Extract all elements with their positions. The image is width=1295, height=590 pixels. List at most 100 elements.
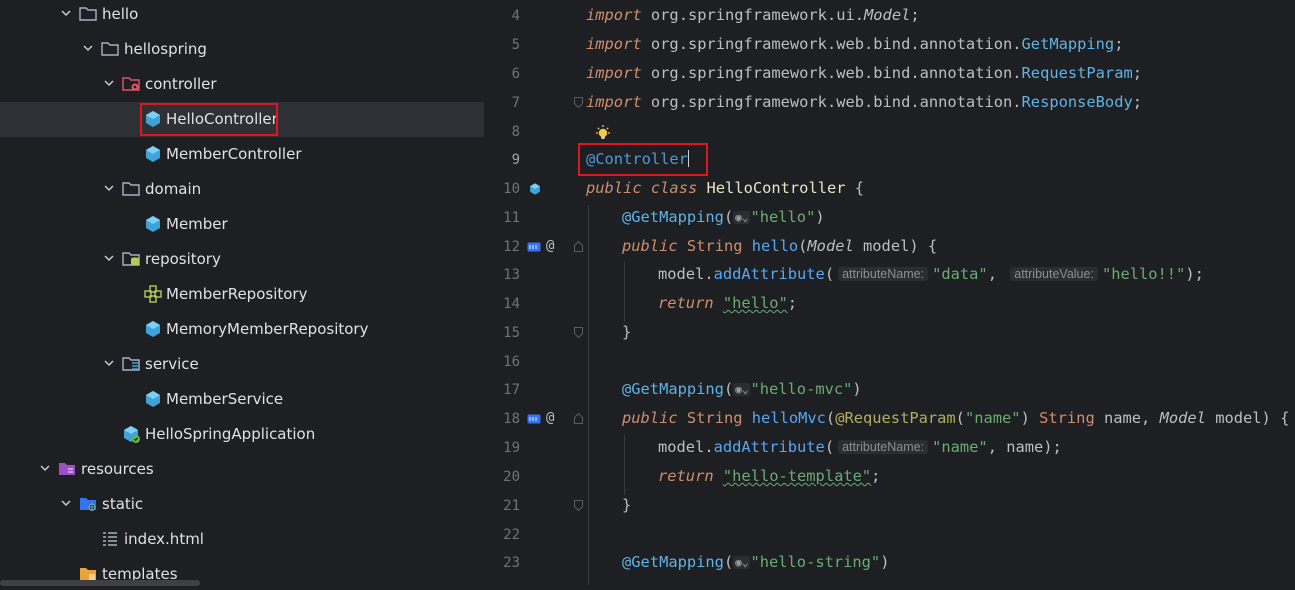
line-number: 15: [503, 325, 520, 341]
fold-icon[interactable]: [574, 97, 583, 108]
keyword: class: [650, 179, 698, 197]
tree-item-label: MemoryMemberRepository: [166, 320, 369, 338]
code-line[interactable]: 7 import org.springframework.web.bind.an…: [496, 89, 1295, 118]
tree-item-memberservice[interactable]: MemberService: [0, 382, 484, 417]
tree-item-hello[interactable]: hello: [0, 0, 484, 32]
class-ref: Model: [864, 6, 911, 24]
chevron-down-icon[interactable]: [103, 182, 115, 194]
code-line[interactable]: 13 model.addAttribute(attributeName: "dat…: [496, 261, 1295, 290]
globe-icon[interactable]: ◉⌄: [733, 211, 751, 224]
code-line[interactable]: 21 }: [496, 492, 1295, 521]
method-name: helloMvc: [751, 409, 826, 427]
annotation-gutter-icon[interactable]: @: [546, 238, 554, 254]
fold-icon[interactable]: [574, 500, 583, 511]
code-line[interactable]: 16: [496, 348, 1295, 377]
line-number: 7: [511, 95, 520, 111]
chevron-down-icon[interactable]: [60, 7, 72, 19]
class-name: HelloController: [706, 179, 846, 197]
line-number: 12: [503, 239, 520, 255]
code-text[interactable]: import org.springframework.web.bind.anno…: [586, 35, 1123, 53]
lightbulb-icon[interactable]: [594, 124, 612, 142]
code-text[interactable]: @GetMapping(◉⌄ "hello-string"): [622, 553, 889, 571]
tree-item-service[interactable]: service: [0, 347, 484, 382]
tree-item-label: MemberRepository: [166, 285, 308, 303]
code-text[interactable]: return "hello-template";: [658, 467, 880, 485]
code-line[interactable]: 12 @ public String hello(Model model) {: [496, 233, 1295, 262]
code-line[interactable]: 20 return "hello-template";: [496, 463, 1295, 492]
punct: ;: [910, 6, 920, 24]
chevron-down-icon[interactable]: [60, 497, 72, 509]
punct: ): [852, 380, 862, 398]
tree-item-static[interactable]: static: [0, 487, 484, 522]
code-line[interactable]: 14 return "hello";: [496, 290, 1295, 319]
code-line[interactable]: 18 @ public String helloMvc(@RequestPara…: [496, 405, 1295, 434]
code-line[interactable]: 5 import org.springframework.web.bind.an…: [496, 31, 1295, 60]
code-line[interactable]: 6 import org.springframework.web.bind.an…: [496, 60, 1295, 89]
code-text[interactable]: model.addAttribute(attributeName: "name",…: [658, 438, 1062, 456]
punct: ): [880, 553, 890, 571]
string: "hello": [750, 208, 816, 226]
annotation-gutter-icon[interactable]: @: [546, 410, 554, 426]
code-text[interactable]: }: [622, 323, 631, 341]
tree-item-label: controller: [145, 75, 217, 93]
code-text[interactable]: import org.springframework.web.bind.anno…: [586, 93, 1142, 111]
fold-icon[interactable]: [574, 327, 583, 338]
code-text[interactable]: return "hello";: [658, 294, 797, 312]
type: Model: [807, 237, 854, 255]
tree-item-hellospring[interactable]: hellospring: [0, 32, 484, 67]
globe-icon[interactable]: ◉⌄: [733, 383, 751, 396]
string: "name": [964, 409, 1021, 427]
code-line[interactable]: 10 public class HelloController {: [496, 175, 1295, 204]
tree-item-index-html[interactable]: index.html: [0, 522, 484, 557]
code-line[interactable]: 15 }: [496, 319, 1295, 348]
code-text[interactable]: import org.springframework.web.bind.anno…: [586, 64, 1142, 82]
tree-item-memorymemberrepository[interactable]: MemoryMemberRepository: [0, 312, 484, 347]
code-text[interactable]: model.addAttribute(attributeName: "data",…: [658, 265, 1204, 283]
code-text[interactable]: public String helloMvc(@RequestParam("na…: [622, 409, 1289, 427]
tree-item-membercontroller[interactable]: MemberController: [0, 137, 484, 172]
keyword: public: [622, 237, 678, 255]
tree-item-domain[interactable]: domain: [0, 172, 484, 207]
parameter-hint: attributeName:: [838, 440, 929, 454]
line-number: 23: [503, 555, 520, 571]
chevron-down-icon[interactable]: [39, 462, 51, 474]
chevron-down-icon[interactable]: [103, 357, 115, 369]
api-endpoint-icon[interactable]: [527, 242, 541, 252]
code-line[interactable]: 22: [496, 521, 1295, 550]
code-line[interactable]: 11 @GetMapping(◉⌄ "hello"): [496, 204, 1295, 233]
string: "name": [932, 438, 988, 456]
fold-icon[interactable]: [574, 241, 583, 252]
method-name: hello: [751, 237, 799, 255]
code-text[interactable]: @GetMapping(◉⌄ "hello-mvc"): [622, 380, 862, 398]
code-text[interactable]: import org.springframework.ui.Model;: [586, 6, 920, 24]
tree-item-hellospringapplication[interactable]: HelloSpringApplication: [0, 417, 484, 452]
tree-item-memberrepository[interactable]: MemberRepository: [0, 277, 484, 312]
resources-folder-icon: [59, 463, 75, 475]
code-text[interactable]: public class HelloController {: [586, 179, 864, 197]
code-text[interactable]: public String hello(Model model) {: [622, 237, 937, 255]
code-editor[interactable]: 4 import org.springframework.ui.Model; 5…: [496, 0, 1295, 590]
class-gutter-icon[interactable]: [528, 182, 542, 196]
line-number: 14: [503, 296, 520, 312]
horizontal-scrollbar[interactable]: [0, 580, 200, 586]
code-line[interactable]: 23 @GetMapping(◉⌄ "hello-string"): [496, 549, 1295, 578]
code-text[interactable]: @GetMapping(◉⌄ "hello"): [622, 208, 825, 226]
chevron-down-icon[interactable]: [103, 252, 115, 264]
chevron-down-icon[interactable]: [103, 77, 115, 89]
tree-item-repository[interactable]: repository: [0, 242, 484, 277]
tree-item-member[interactable]: Member: [0, 207, 484, 242]
punct: ): [1020, 409, 1040, 427]
line-number: 20: [503, 469, 520, 485]
api-endpoint-icon[interactable]: [527, 414, 541, 424]
controller-folder-icon: [122, 77, 140, 91]
tree-item-controller[interactable]: controller: [0, 67, 484, 102]
tree-item-resources[interactable]: resources: [0, 452, 484, 487]
code-line[interactable]: 4 import org.springframework.ui.Model;: [496, 2, 1295, 31]
tree-item-label: MemberController: [166, 145, 302, 163]
globe-icon[interactable]: ◉⌄: [733, 556, 751, 569]
code-line[interactable]: 17 @GetMapping(◉⌄ "hello-mvc"): [496, 376, 1295, 405]
fold-icon[interactable]: [574, 413, 583, 424]
code-text[interactable]: }: [622, 496, 631, 514]
chevron-down-icon[interactable]: [82, 42, 94, 54]
code-line[interactable]: 19 model.addAttribute(attributeName: "nam…: [496, 434, 1295, 463]
